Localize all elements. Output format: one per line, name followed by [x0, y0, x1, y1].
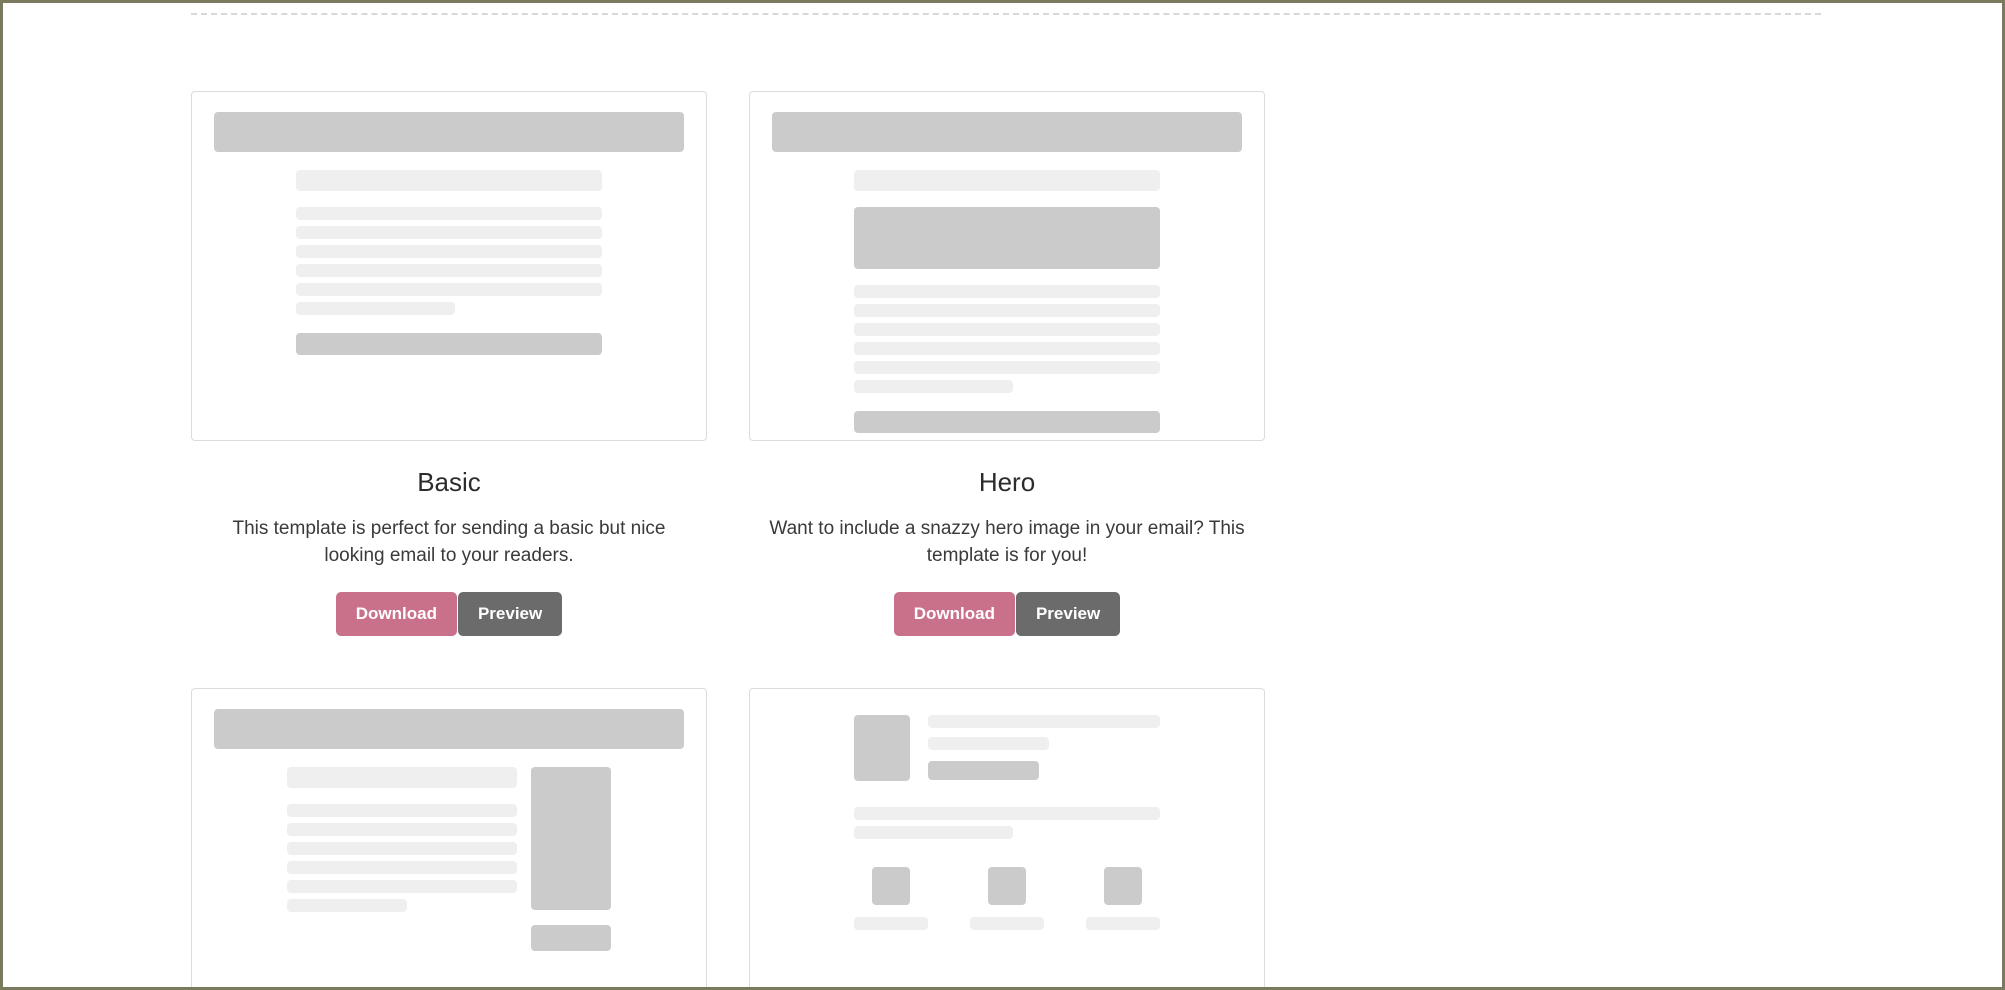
- wireframe-tile-item: [854, 867, 928, 931]
- download-button[interactable]: Download: [335, 592, 457, 637]
- wireframe-text-line: [286, 880, 518, 894]
- wireframe-title-block: [854, 170, 1160, 191]
- download-button[interactable]: Download: [893, 592, 1015, 637]
- wireframe-text-line: [854, 304, 1160, 317]
- template-description: Want to include a snazzy hero image in y…: [769, 518, 1245, 567]
- wireframe-text-line-short: [296, 302, 456, 315]
- wireframe-footer-bar: [854, 411, 1160, 433]
- wireframe-text-line: [928, 715, 1160, 729]
- template-actions: Download Preview: [893, 592, 1121, 637]
- template-actions: Download Preview: [335, 592, 563, 637]
- wireframe-tile-caption: [854, 917, 928, 931]
- wireframe-button-chip: [928, 761, 1040, 781]
- wireframe-tile-item: [970, 867, 1044, 931]
- wireframe-title-block: [286, 767, 518, 789]
- wireframe-media-row: [854, 715, 1160, 782]
- template-title: Basic: [417, 467, 481, 497]
- wireframe-text-line: [854, 807, 1160, 821]
- template-thumbnail-hero[interactable]: [749, 91, 1265, 441]
- template-card-sidebar: Sidebar This template includes a sidebar…: [191, 688, 707, 987]
- wireframe-text-line: [286, 823, 518, 837]
- wireframe-text-line: [854, 342, 1160, 355]
- wireframe-tile-block: [871, 867, 910, 906]
- template-title: Hero: [978, 467, 1036, 497]
- wireframe-text-line: [286, 842, 518, 856]
- wireframe-tile-row: [854, 867, 1160, 931]
- wireframe-header-bar: [772, 112, 1242, 152]
- wireframe-content-column: [854, 170, 1160, 433]
- wireframe-header-bar: [214, 112, 684, 152]
- wireframe-text-line: [296, 264, 602, 277]
- wireframe-tile-caption: [970, 917, 1044, 931]
- wireframe-body: [214, 152, 684, 355]
- preview-button[interactable]: Preview: [1015, 592, 1121, 637]
- wireframe-sidebar-button: [531, 925, 612, 952]
- wireframe-main-column: [286, 767, 518, 951]
- wireframe-title-block: [296, 170, 602, 191]
- wireframe-text-line-short: [286, 899, 407, 913]
- template-thumbnail-basic[interactable]: [191, 91, 707, 441]
- wireframe-text-line-short: [928, 737, 1049, 751]
- template-card-4: [749, 688, 1265, 987]
- wireframe-footer-bar: [296, 333, 602, 355]
- template-grid: Basic This template is perfect for sendi…: [3, 91, 2002, 987]
- wireframe-text-line: [296, 207, 602, 220]
- wireframe-text-line: [296, 226, 602, 239]
- template-card-hero: Hero Want to include a snazzy hero image…: [749, 91, 1265, 637]
- template-thumbnail-4[interactable]: [749, 688, 1265, 987]
- wireframe-content-column: [854, 807, 1160, 845]
- wireframe-split-layout: [214, 749, 684, 952]
- wireframe-text-line: [854, 361, 1160, 374]
- template-card-basic: Basic This template is perfect for sendi…: [191, 91, 707, 637]
- wireframe-text-line: [296, 245, 602, 258]
- wireframe-tile-caption: [1086, 917, 1160, 931]
- wireframe-tile-block: [988, 867, 1026, 906]
- template-thumbnail-sidebar[interactable]: [191, 688, 707, 987]
- wireframe-text-line: [854, 285, 1160, 298]
- wireframe-text-line-short: [854, 826, 1014, 840]
- preview-button[interactable]: Preview: [457, 592, 563, 637]
- wireframe-content-column: [296, 170, 602, 355]
- wireframe-hero-image: [854, 207, 1160, 269]
- wireframe-tile-block: [1104, 867, 1143, 906]
- wireframe-sidebar-column: [531, 767, 612, 952]
- wireframe-text-line: [286, 861, 518, 875]
- wireframe-text-line-short: [854, 380, 1014, 393]
- wireframe-avatar-block: [854, 715, 911, 782]
- wireframe-text-line: [286, 804, 518, 818]
- wireframe-media-text: [928, 715, 1160, 781]
- wireframe-text-line: [854, 323, 1160, 336]
- wireframe-tile-item: [1086, 867, 1160, 931]
- top-divider: [191, 13, 1821, 15]
- wireframe-header-bar: [214, 709, 684, 750]
- template-description: This template is perfect for sending a b…: [232, 518, 666, 567]
- wireframe-sidebar-block: [531, 767, 612, 911]
- wireframe-text-line: [296, 283, 602, 296]
- wireframe-body: [772, 152, 1242, 433]
- template-gallery-screen: Basic This template is perfect for sendi…: [0, 0, 2005, 990]
